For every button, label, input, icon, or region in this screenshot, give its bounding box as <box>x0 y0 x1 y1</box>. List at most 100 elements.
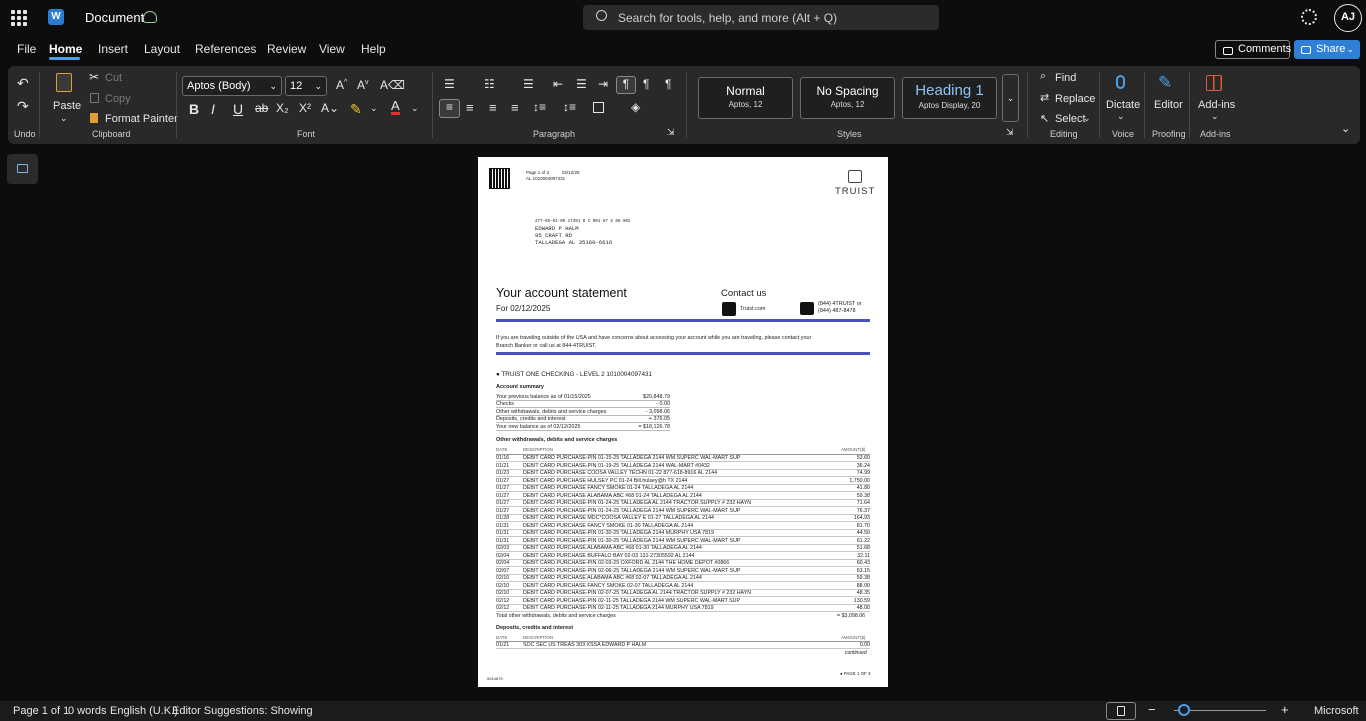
table-row: 01/27 DEBIT CARD PURCHASE-PIN 01-24-25 TA… <box>496 508 870 515</box>
copy-button[interactable]: Copy <box>105 93 131 105</box>
strikethrough-icon[interactable]: ab <box>255 101 268 115</box>
app-launcher-icon[interactable] <box>11 10 27 26</box>
tab-references[interactable]: References <box>195 42 256 56</box>
chevron-down-icon[interactable]: ⌄ <box>1083 113 1091 124</box>
tab-insert[interactable]: Insert <box>98 42 128 56</box>
styles-more-icon[interactable]: ⌄ <box>1002 74 1019 122</box>
multilevel-list-icon[interactable]: ☰ <box>523 77 534 91</box>
document-title[interactable]: Document <box>85 10 144 25</box>
view-mode-button[interactable] <box>1106 702 1136 720</box>
bullets-icon[interactable]: ☰ <box>444 77 455 91</box>
dialog-launcher-icon[interactable]: ⇲ <box>667 127 675 138</box>
tab-review[interactable]: Review <box>267 42 306 56</box>
microphone-icon[interactable] <box>1116 75 1125 89</box>
italic-icon[interactable]: I <box>211 101 215 117</box>
cut-button[interactable]: Cut <box>105 72 122 84</box>
language[interactable]: English (U.K.) <box>110 705 178 717</box>
paragraph-spacing-icon[interactable]: ↕≡ <box>563 100 576 114</box>
user-avatar[interactable]: AJ <box>1334 4 1362 32</box>
find-icon[interactable]: ⌕ <box>1040 70 1046 83</box>
tab-home[interactable]: Home <box>49 42 82 56</box>
tab-view[interactable]: View <box>319 42 345 56</box>
document-page[interactable]: Page 1 of 3 02/12/25 AL 1010004097431 TR… <box>478 157 888 687</box>
paste-chevron-icon[interactable]: ⌄ <box>60 113 68 124</box>
ltr-icon[interactable]: ¶ <box>616 76 636 94</box>
undo-icon[interactable]: ↶ <box>17 75 29 92</box>
settings-gear-icon[interactable] <box>1301 9 1317 25</box>
sort-icon[interactable]: ☰ <box>576 77 587 91</box>
subscript-icon[interactable]: X₂ <box>276 101 289 115</box>
editor-suggestions[interactable]: Editor Suggestions: Showing <box>172 705 313 717</box>
font-size-dropdown[interactable]: 12 ⌄ <box>285 76 327 96</box>
paste-button[interactable]: Paste <box>53 100 81 112</box>
add-ins-grid-icon[interactable] <box>1206 75 1222 91</box>
paste-icon[interactable] <box>56 73 72 92</box>
borders-icon[interactable] <box>593 102 604 113</box>
search-placeholder[interactable]: Search for tools, help, and more (Alt + … <box>618 11 837 25</box>
chevron-down-icon[interactable]: ⌄ <box>1117 111 1125 122</box>
replace-icon[interactable]: ⇄ <box>1040 91 1049 104</box>
zoom-out-icon[interactable]: − <box>1148 702 1156 717</box>
highlight-icon[interactable]: ✎ <box>350 101 362 118</box>
row-description: DEBIT CARD PURCHASE COOSA VALLEY TECHN 0… <box>523 470 718 476</box>
shrink-font-icon[interactable]: Av <box>357 78 369 92</box>
font-color-icon[interactable]: A <box>391 99 400 115</box>
align-right-icon[interactable]: ≡ <box>489 100 497 115</box>
style-heading-1[interactable]: Heading 1 Aptos Display, 20 <box>902 77 997 119</box>
copy-icon[interactable] <box>90 93 99 103</box>
cloud-saved-icon[interactable] <box>143 11 157 23</box>
tab-help[interactable]: Help <box>361 42 386 56</box>
style-normal[interactable]: Normal Aptos, 12 <box>698 77 793 119</box>
row-description: DEBIT CARD PURCHASE-PIN 02-11-25 TALLADE… <box>523 605 714 611</box>
web-icon <box>722 302 736 316</box>
tab-layout[interactable]: Layout <box>144 42 180 56</box>
format-painter-icon[interactable] <box>90 113 98 123</box>
editor-pen-icon[interactable]: ✎ <box>1158 73 1172 93</box>
grow-font-icon[interactable]: A^ <box>336 78 347 92</box>
chevron-down-icon[interactable]: ⌄ <box>370 103 378 114</box>
add-ins-button[interactable]: Add-ins <box>1198 99 1235 111</box>
share-button[interactable]: Share ⌄ <box>1294 40 1360 59</box>
line-spacing-icon[interactable]: ↕≡ <box>533 100 546 114</box>
justify-icon[interactable]: ≡ <box>511 100 519 115</box>
shading-icon[interactable]: ◈ <box>631 100 640 114</box>
font-family-dropdown[interactable]: Aptos (Body) ⌄ <box>182 76 282 96</box>
align-center-icon[interactable]: ≡ <box>466 100 474 115</box>
cut-icon[interactable]: ✂ <box>89 70 99 84</box>
share-chevron-icon[interactable]: ⌄ <box>1346 40 1354 59</box>
show-marks-icon[interactable]: ¶ <box>665 77 671 91</box>
chevron-down-icon[interactable]: ⌄ <box>1211 111 1219 122</box>
dictate-button[interactable]: Dictate <box>1106 99 1140 111</box>
row-description: DEBIT CARD PURCHASE-PIN 01-30-25 TALLADE… <box>523 537 741 544</box>
chevron-down-icon[interactable]: ⌄ <box>411 103 419 114</box>
align-left-icon[interactable]: ≡ <box>439 99 460 118</box>
tab-file[interactable]: File <box>17 42 36 56</box>
dialog-launcher-icon[interactable]: ⇲ <box>1006 127 1014 138</box>
bold-icon[interactable]: B <box>189 101 199 117</box>
underline-icon[interactable]: U <box>233 101 243 117</box>
select-icon[interactable]: ↖ <box>1040 112 1049 125</box>
numbering-icon[interactable]: ☷ <box>484 77 495 91</box>
withdrawals-total: = $3,098.06 <box>837 613 866 619</box>
format-painter-button[interactable]: Format Painter <box>105 113 178 125</box>
select-button[interactable]: Select <box>1055 113 1086 125</box>
table-row: 02/04 DEBIT CARD PURCHASE BUFFALO BAY 02-… <box>496 553 870 560</box>
decrease-indent-icon[interactable]: ⇤ <box>553 77 563 91</box>
rtl-icon[interactable]: ¶ <box>643 77 649 91</box>
style-no-spacing[interactable]: No Spacing Aptos, 12 <box>800 77 895 119</box>
editor-button[interactable]: Editor <box>1154 99 1183 111</box>
ribbon-collapse-chevron-icon[interactable]: ⌄ <box>1341 122 1350 135</box>
superscript-icon[interactable]: X² <box>299 101 311 115</box>
replace-button[interactable]: Replace <box>1055 93 1095 105</box>
zoom-slider-thumb[interactable] <box>1178 704 1190 716</box>
find-button[interactable]: Find <box>1055 72 1076 84</box>
increase-indent-icon[interactable]: ⇥ <box>598 77 608 91</box>
comments-button[interactable]: Comments <box>1215 40 1291 59</box>
row-description: DEBIT CARD PURCHASE BUFFALO BAY 02-03 13… <box>523 552 695 559</box>
text-effects-icon[interactable]: A⌄ <box>321 101 339 115</box>
zoom-in-icon[interactable]: + <box>1281 702 1289 717</box>
clear-formatting-icon[interactable]: A⌫ <box>380 78 405 92</box>
redo-icon[interactable]: ↷ <box>17 98 29 115</box>
word-count[interactable]: 0 words <box>68 705 107 717</box>
page-count[interactable]: Page 1 of 1 <box>13 705 69 717</box>
